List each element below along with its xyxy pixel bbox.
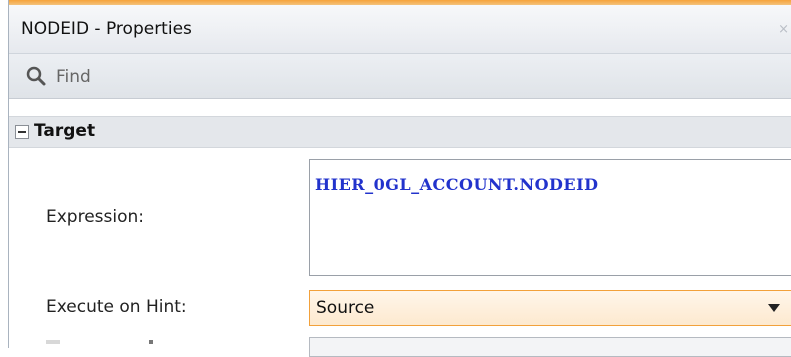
chevron-down-icon[interactable] — [768, 304, 780, 312]
next-field-label-partial — [46, 340, 60, 344]
execute-on-hint-select[interactable]: Source — [309, 290, 791, 326]
section-title: Target — [34, 121, 96, 141]
expression-label: Expression: — [46, 207, 145, 227]
panel-title: NODEID - Properties — [21, 19, 192, 39]
close-icon[interactable]: × — [778, 22, 789, 37]
expression-value: HIER_0GL_ACCOUNT.NODEID — [315, 175, 599, 194]
find-bar — [9, 54, 791, 99]
execute-on-hint-label: Execute on Hint: — [46, 297, 187, 317]
collapse-icon[interactable] — [15, 125, 29, 139]
find-input[interactable] — [54, 63, 758, 91]
panel-titlebar: NODEID - Properties × — [9, 5, 791, 54]
next-field-partial[interactable] — [309, 337, 791, 357]
next-field-label-partial-dot — [149, 340, 153, 344]
section-header-target[interactable]: Target — [9, 116, 791, 148]
properties-panel: NODEID - Properties × Target Expression:… — [0, 0, 791, 357]
expression-field[interactable]: HIER_0GL_ACCOUNT.NODEID — [309, 159, 791, 276]
search-icon — [26, 66, 46, 86]
execute-on-hint-value: Source — [316, 298, 375, 318]
